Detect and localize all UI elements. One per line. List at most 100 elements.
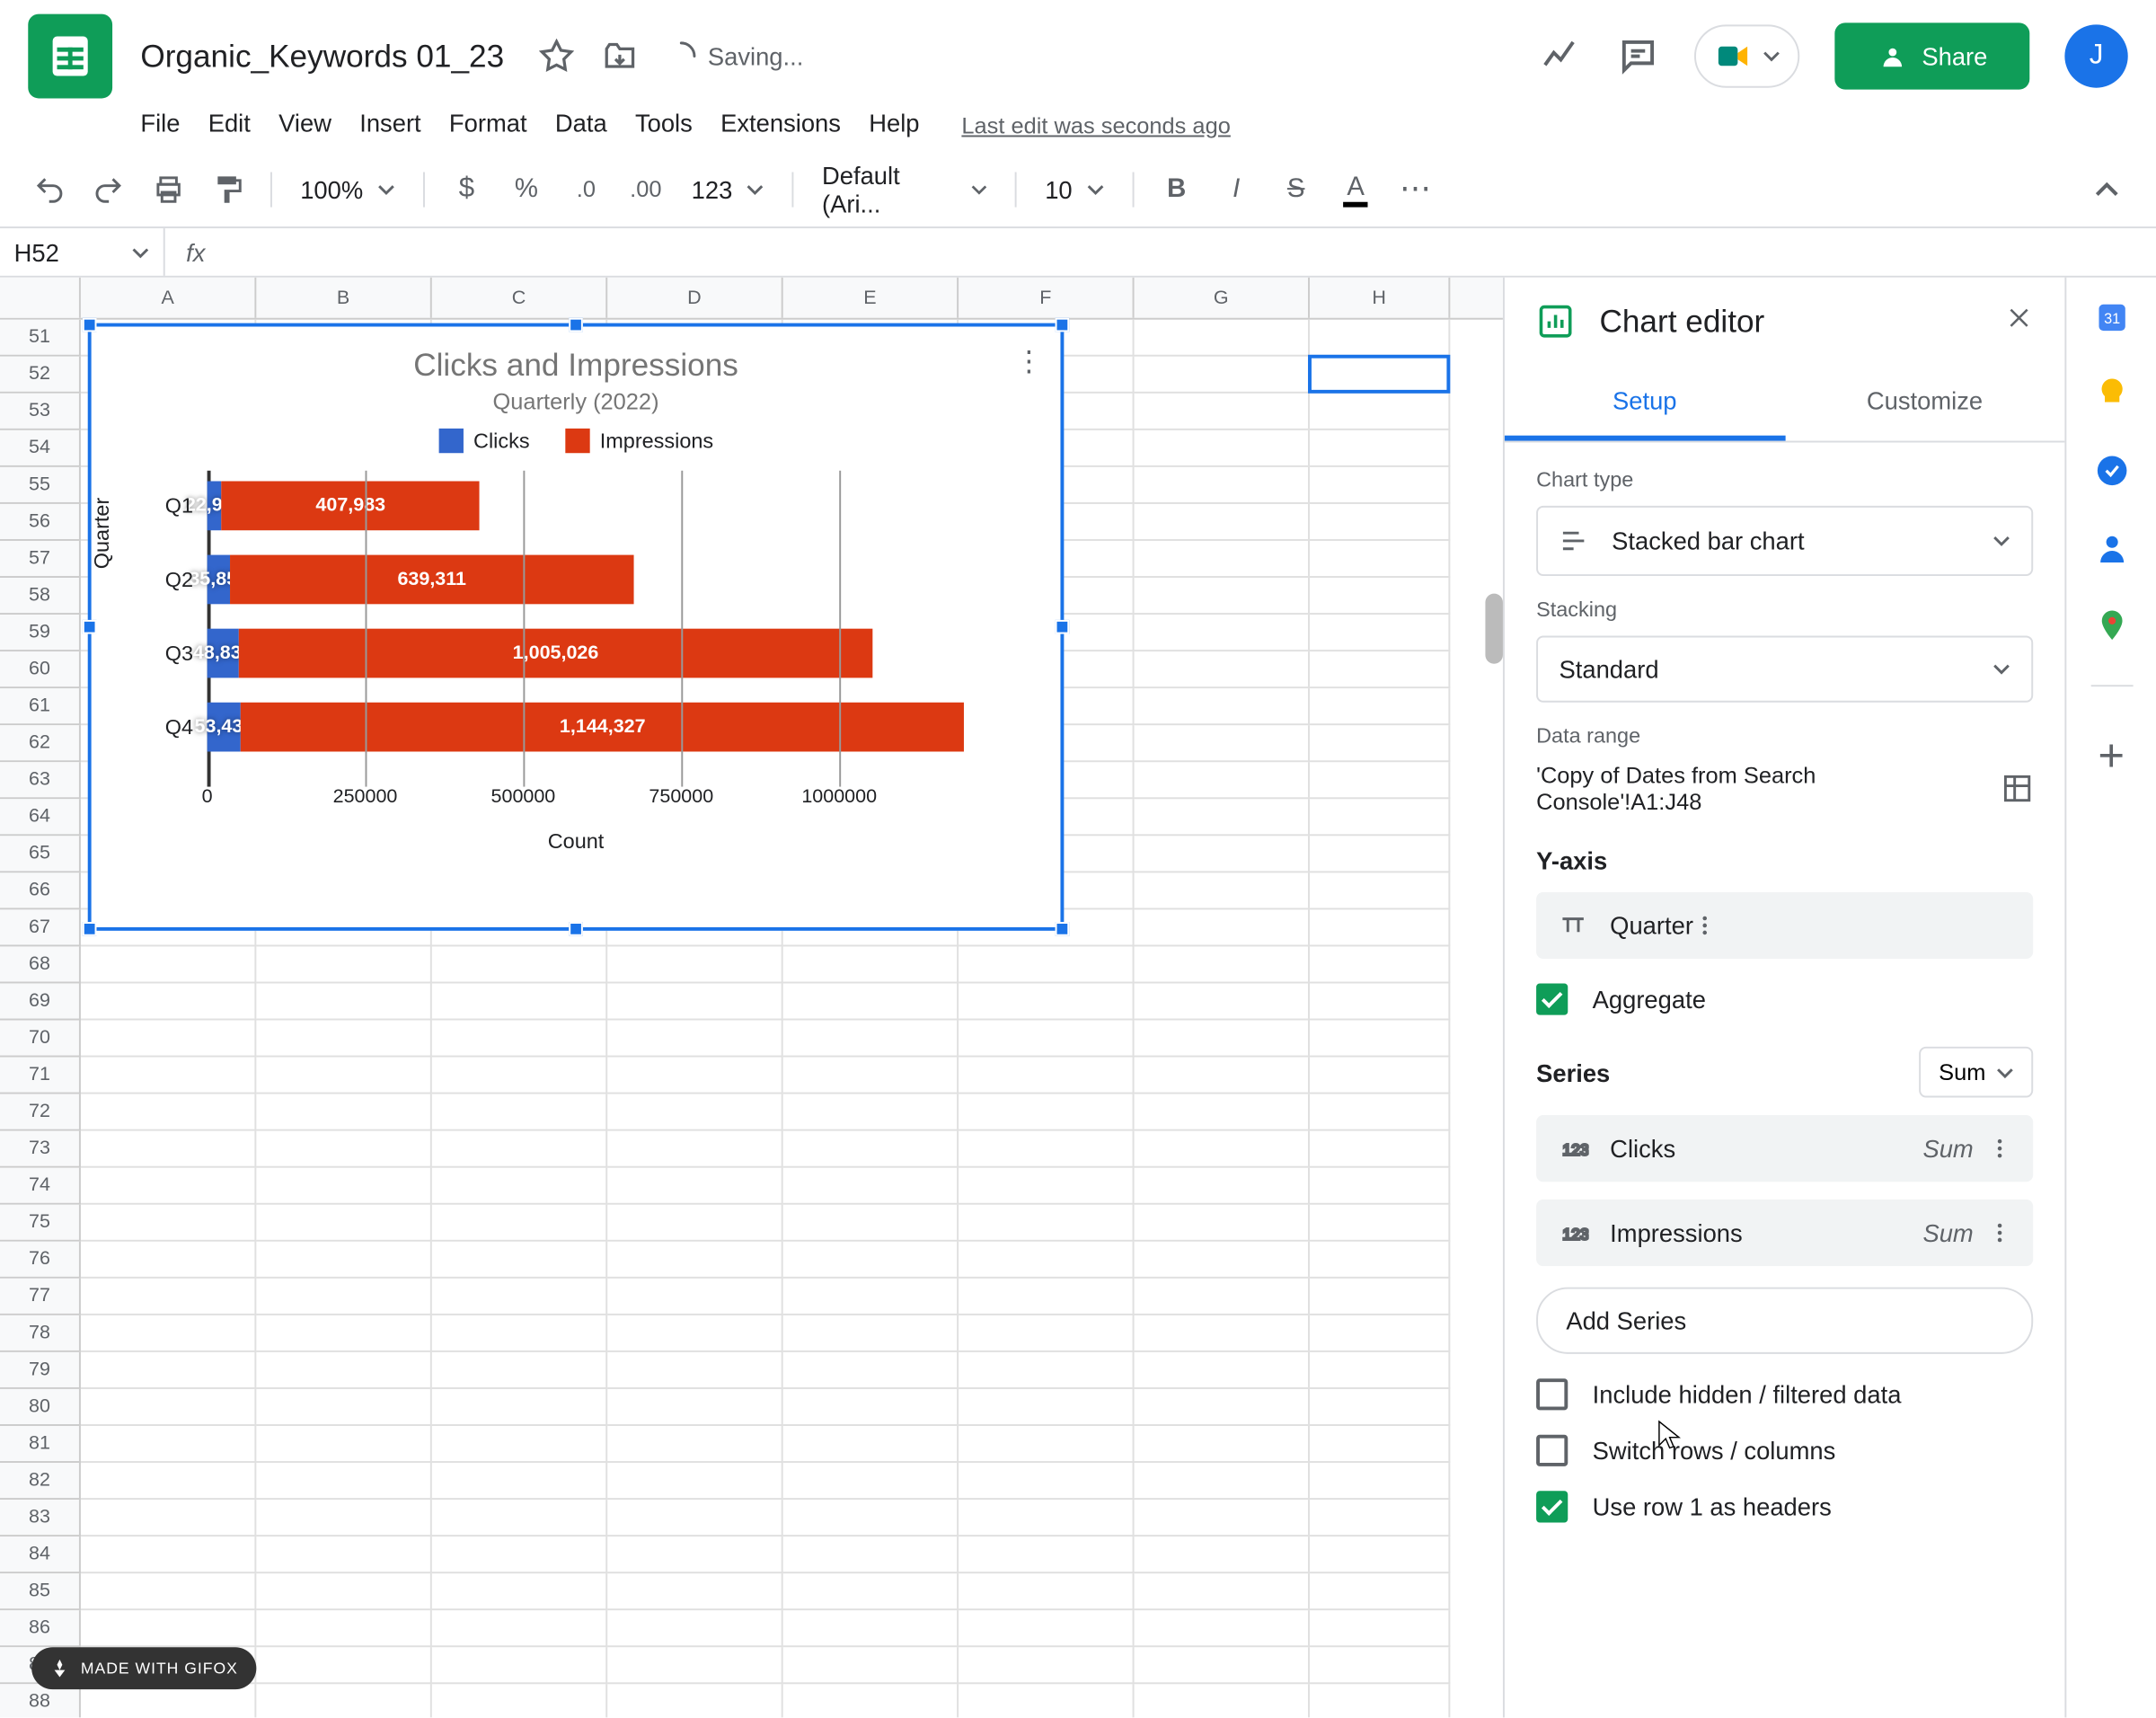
- cell-C85[interactable]: [432, 1573, 607, 1610]
- cell-G75[interactable]: [1135, 1205, 1310, 1242]
- column-header-H[interactable]: H: [1310, 278, 1450, 318]
- cell-H56[interactable]: [1310, 504, 1450, 541]
- cell-D71[interactable]: [607, 1058, 782, 1094]
- row-header-55[interactable]: 55: [0, 467, 81, 504]
- cell-A86[interactable]: [81, 1610, 256, 1647]
- cell-A84[interactable]: [81, 1536, 256, 1573]
- cell-D77[interactable]: [607, 1279, 782, 1315]
- column-header-G[interactable]: G: [1135, 278, 1310, 318]
- cell-H85[interactable]: [1310, 1573, 1450, 1610]
- use-row1-headers-checkbox[interactable]: Use row 1 as headers: [1536, 1491, 2033, 1522]
- cell-H57[interactable]: [1310, 541, 1450, 578]
- cell-D82[interactable]: [607, 1463, 782, 1500]
- row-header-76[interactable]: 76: [0, 1242, 81, 1279]
- close-editor-button[interactable]: [2005, 303, 2033, 340]
- font-select[interactable]: Default (Ari...: [808, 154, 1001, 224]
- row-header-68[interactable]: 68: [0, 946, 81, 983]
- row-header-75[interactable]: 75: [0, 1205, 81, 1242]
- cell-A75[interactable]: [81, 1205, 256, 1242]
- add-addon-button[interactable]: +: [2098, 729, 2125, 784]
- cell-F88[interactable]: [959, 1684, 1134, 1718]
- tab-customize[interactable]: Customize: [1785, 366, 2065, 441]
- data-range-picker-icon[interactable]: [2001, 773, 2033, 804]
- redo-button[interactable]: [81, 161, 137, 217]
- cell-C73[interactable]: [432, 1131, 607, 1168]
- cell-E68[interactable]: [783, 946, 959, 983]
- menu-help[interactable]: Help: [855, 102, 934, 144]
- cell-G84[interactable]: [1135, 1536, 1310, 1573]
- star-icon[interactable]: [539, 39, 574, 74]
- move-to-folder-icon[interactable]: [603, 39, 638, 74]
- cell-H81[interactable]: [1310, 1426, 1450, 1463]
- cell-F80[interactable]: [959, 1389, 1134, 1426]
- cell-G80[interactable]: [1135, 1389, 1310, 1426]
- cell-E75[interactable]: [783, 1205, 959, 1242]
- cell-G73[interactable]: [1135, 1131, 1310, 1168]
- cell-H70[interactable]: [1310, 1021, 1450, 1058]
- chart-options-button[interactable]: ⋮: [1015, 344, 1043, 379]
- cell-B78[interactable]: [256, 1315, 431, 1352]
- column-header-E[interactable]: E: [783, 278, 959, 318]
- row-header-72[interactable]: 72: [0, 1094, 81, 1131]
- cell-D85[interactable]: [607, 1573, 782, 1610]
- row-header-86[interactable]: 86: [0, 1610, 81, 1647]
- row-header-78[interactable]: 78: [0, 1315, 81, 1352]
- cell-E84[interactable]: [783, 1536, 959, 1573]
- cell-C79[interactable]: [432, 1352, 607, 1389]
- cell-H84[interactable]: [1310, 1536, 1450, 1573]
- cell-H82[interactable]: [1310, 1463, 1450, 1500]
- cell-A81[interactable]: [81, 1426, 256, 1463]
- cell-C88[interactable]: [432, 1684, 607, 1718]
- data-range-value[interactable]: 'Copy of Dates from Search Console'!A1:J…: [1536, 762, 1987, 815]
- meet-button[interactable]: [1693, 24, 1798, 87]
- zoom-select[interactable]: 100%: [287, 168, 409, 210]
- cell-H83[interactable]: [1310, 1500, 1450, 1536]
- cell-G55[interactable]: [1135, 467, 1310, 504]
- row-header-60[interactable]: 60: [0, 651, 81, 688]
- italic-button[interactable]: I: [1208, 161, 1265, 217]
- column-header-D[interactable]: D: [607, 278, 782, 318]
- cell-C70[interactable]: [432, 1021, 607, 1058]
- resize-handle-w[interactable]: [83, 620, 97, 634]
- cell-A69[interactable]: [81, 983, 256, 1020]
- cell-D79[interactable]: [607, 1352, 782, 1389]
- cell-G62[interactable]: [1135, 725, 1310, 762]
- cell-D83[interactable]: [607, 1500, 782, 1536]
- cell-G53[interactable]: [1135, 394, 1310, 430]
- cell-A71[interactable]: [81, 1058, 256, 1094]
- cell-A78[interactable]: [81, 1315, 256, 1352]
- cell-F81[interactable]: [959, 1426, 1134, 1463]
- row-header-67[interactable]: 67: [0, 909, 81, 946]
- row-header-59[interactable]: 59: [0, 615, 81, 651]
- paint-format-button[interactable]: [200, 161, 257, 217]
- cell-H68[interactable]: [1310, 946, 1450, 983]
- cell-A77[interactable]: [81, 1279, 256, 1315]
- cell-A72[interactable]: [81, 1094, 256, 1131]
- row-header-74[interactable]: 74: [0, 1168, 81, 1205]
- cell-C69[interactable]: [432, 983, 607, 1020]
- cell-E78[interactable]: [783, 1315, 959, 1352]
- cell-H62[interactable]: [1310, 725, 1450, 762]
- cell-G63[interactable]: [1135, 762, 1310, 799]
- cell-H65[interactable]: [1310, 836, 1450, 872]
- column-header-F[interactable]: F: [959, 278, 1134, 318]
- decrease-decimal-button[interactable]: .0: [558, 161, 614, 217]
- column-header-B[interactable]: B: [256, 278, 431, 318]
- row-header-73[interactable]: 73: [0, 1131, 81, 1168]
- cell-G72[interactable]: [1135, 1094, 1310, 1131]
- cell-E81[interactable]: [783, 1426, 959, 1463]
- cell-G68[interactable]: [1135, 946, 1310, 983]
- row-header-84[interactable]: 84: [0, 1536, 81, 1573]
- more-vert-icon[interactable]: [1693, 913, 1718, 937]
- stacking-select[interactable]: Standard: [1536, 635, 2033, 702]
- cell-G66[interactable]: [1135, 872, 1310, 909]
- cell-G88[interactable]: [1135, 1684, 1310, 1718]
- cell-B69[interactable]: [256, 983, 431, 1020]
- switch-rows-columns-checkbox[interactable]: Switch rows / columns: [1536, 1435, 2033, 1466]
- row-header-58[interactable]: 58: [0, 578, 81, 615]
- cell-F72[interactable]: [959, 1094, 1134, 1131]
- cell-F82[interactable]: [959, 1463, 1134, 1500]
- cell-H88[interactable]: [1310, 1684, 1450, 1718]
- cell-G52[interactable]: [1135, 357, 1310, 394]
- cell-F87[interactable]: [959, 1647, 1134, 1684]
